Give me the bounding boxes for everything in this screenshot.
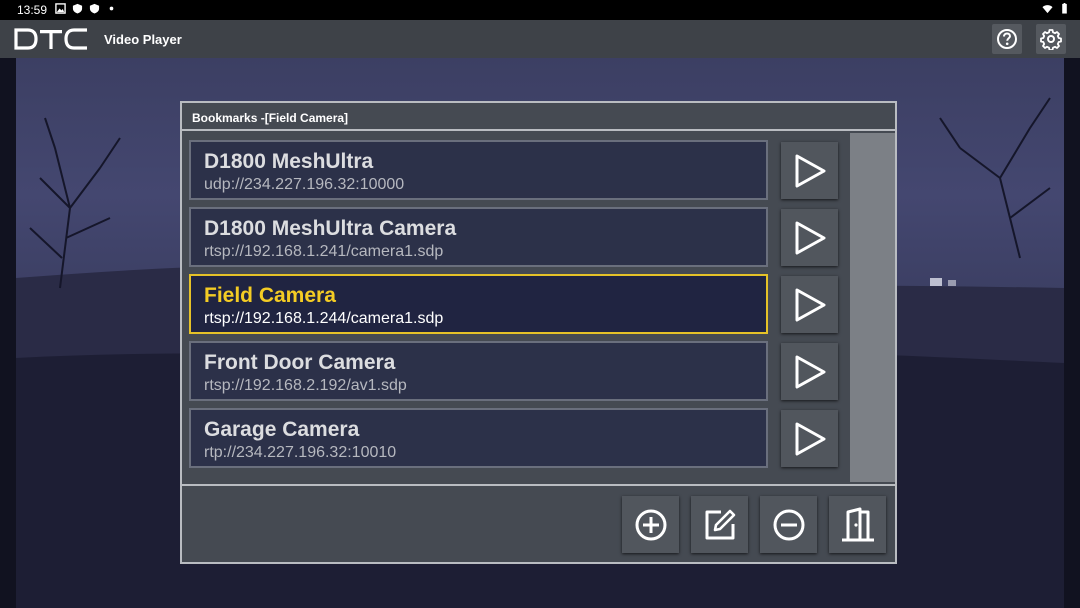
play-icon	[795, 422, 825, 455]
play-button[interactable]	[781, 343, 838, 400]
play-icon	[795, 154, 825, 187]
system-icons	[1042, 3, 1070, 14]
dot-icon	[109, 6, 114, 11]
bookmark-name: Garage Camera	[204, 418, 360, 441]
bookmark-item[interactable]: Front Door Camera rtsp://192.168.2.192/a…	[189, 341, 768, 401]
play-button[interactable]	[781, 276, 838, 333]
gallery-icon	[55, 3, 66, 14]
play-icon	[795, 221, 825, 254]
add-icon	[635, 509, 666, 540]
bookmarks-panel: Bookmarks -[Field Camera] D1800 MeshUltr…	[180, 101, 897, 564]
exit-door-icon	[841, 507, 874, 541]
bookmark-item[interactable]: Garage Camera rtp://234.227.196.32:10010	[189, 408, 768, 468]
shield-icon	[72, 3, 83, 14]
bookmark-url: rtsp://192.168.1.241/camera1.sdp	[204, 243, 444, 260]
panel-header: Bookmarks -[Field Camera]	[182, 103, 895, 131]
bookmark-item[interactable]: D1800 MeshUltra Camera rtsp://192.168.1.…	[189, 207, 768, 267]
bookmark-url: rtsp://192.168.2.192/av1.sdp	[204, 377, 407, 394]
bookmark-item[interactable]: D1800 MeshUltra udp://234.227.196.32:100…	[189, 140, 768, 200]
app-bar: Video Player	[0, 20, 1080, 58]
play-button[interactable]	[781, 410, 838, 467]
gear-icon	[1040, 29, 1062, 50]
remove-bookmark-button[interactable]	[760, 496, 817, 553]
play-icon	[795, 355, 825, 388]
shield-icon	[89, 3, 100, 14]
play-icon	[795, 288, 825, 321]
bookmark-url: rtp://234.227.196.32:10010	[204, 444, 397, 461]
bookmark-name: D1800 MeshUltra Camera	[204, 217, 457, 240]
help-icon	[997, 29, 1017, 49]
app-title: Video Player	[104, 32, 182, 47]
wifi-icon	[1042, 5, 1053, 14]
battery-icon	[1062, 3, 1067, 14]
scrollbar[interactable]	[850, 133, 895, 482]
play-button[interactable]	[781, 209, 838, 266]
add-bookmark-button[interactable]	[622, 496, 679, 553]
dtc-logo	[14, 28, 87, 50]
bookmark-name: D1800 MeshUltra	[204, 150, 374, 173]
exit-button[interactable]	[829, 496, 886, 553]
bookmark-url: udp://234.227.196.32:10000	[204, 176, 405, 193]
settings-button[interactable]	[1036, 24, 1066, 54]
status-time: 13:59	[17, 3, 48, 17]
bookmark-url: rtsp://192.168.1.244/camera1.sdp	[204, 310, 444, 327]
status-bar: 13:59	[0, 0, 1080, 20]
play-button[interactable]	[781, 142, 838, 199]
help-button[interactable]	[992, 24, 1022, 54]
edit-icon	[705, 509, 735, 539]
remove-icon	[773, 509, 804, 540]
bookmark-name: Front Door Camera	[204, 351, 396, 374]
bookmark-list: D1800 MeshUltra udp://234.227.196.32:100…	[182, 131, 895, 486]
bookmark-item-selected[interactable]: Field Camera rtsp://192.168.1.244/camera…	[189, 274, 768, 334]
bookmark-name: Field Camera	[204, 284, 336, 307]
notification-icons	[55, 3, 117, 14]
edit-bookmark-button[interactable]	[691, 496, 748, 553]
